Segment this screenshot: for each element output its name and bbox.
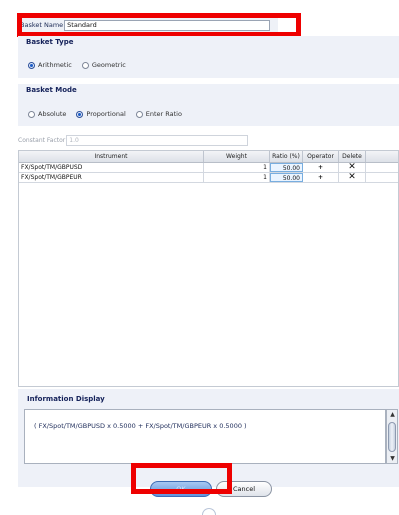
information-display-box — [24, 409, 386, 464]
ratio-cell[interactable]: 50.00 — [270, 163, 303, 172]
instrument-cell[interactable]: FX/Spot/TM/GBPUSD — [19, 163, 204, 172]
radio-proportional[interactable]: Proportional — [76, 110, 126, 118]
radio-geometric[interactable]: Geometric — [81, 61, 126, 69]
basket-mode-options: Absolute Proportional Enter Ratio — [28, 110, 192, 118]
delete-icon[interactable]: ✕ — [339, 163, 366, 172]
instrument-cell[interactable]: FX/Spot/TM/GBPEUR — [19, 173, 204, 182]
column-header-ratio[interactable]: Ratio (%) — [270, 151, 303, 162]
constant-factor-label: Constant Factor — [18, 137, 66, 144]
radio-indicator[interactable] — [28, 110, 35, 118]
radio-label: Enter Ratio — [145, 110, 182, 118]
scroll-up-icon[interactable]: ▲ — [389, 411, 396, 418]
radio-enter-ratio[interactable]: Enter Ratio — [135, 110, 182, 118]
column-header-instrument[interactable]: Instrument — [19, 151, 204, 162]
basket-mode-heading: Basket Mode — [26, 86, 77, 94]
scroll-down-icon[interactable]: ▼ — [389, 455, 396, 462]
resize-grip-icon — [202, 508, 216, 515]
radio-label: Absolute — [38, 110, 67, 118]
table-row[interactable]: FX/Spot/TM/GBPEUR 1 50.00 + ✕ — [19, 173, 398, 183]
table-row[interactable]: FX/Spot/TM/GBPUSD 1 50.00 + ✕ — [19, 163, 398, 173]
radio-indicator[interactable] — [28, 61, 35, 69]
radio-absolute[interactable]: Absolute — [28, 110, 66, 118]
delete-icon[interactable]: ✕ — [339, 173, 366, 182]
radio-label: Geometric — [91, 61, 126, 69]
ratio-cell[interactable]: 50.00 — [270, 173, 303, 182]
highlight-box-name — [17, 13, 301, 37]
radio-label: Arithmetic — [38, 61, 72, 69]
column-header-weight[interactable]: Weight — [204, 151, 270, 162]
instrument-table: Instrument Weight Ratio (%) Operator Del… — [18, 150, 399, 387]
basket-type-section — [18, 36, 399, 78]
operator-cell[interactable]: + — [303, 173, 339, 182]
information-display-text: ( FX/Spot/TM/GBPUSD x 0.5000 + FX/Spot/T… — [34, 422, 247, 430]
constant-factor-row: Constant Factor 1.0 — [18, 135, 249, 146]
radio-indicator[interactable] — [76, 110, 84, 118]
information-display-heading: Information Display — [27, 395, 105, 403]
basket-dialog: Basket Name Standard Basket Type Arithme… — [0, 0, 399, 515]
operator-cell[interactable]: + — [303, 163, 339, 172]
table-header: Instrument Weight Ratio (%) Operator Del… — [19, 151, 398, 163]
radio-label: Proportional — [86, 110, 126, 118]
basket-type-options: Arithmetic Geometric — [28, 61, 136, 69]
weight-cell[interactable]: 1 — [204, 163, 270, 172]
weight-cell[interactable]: 1 — [204, 173, 270, 182]
scroll-thumb[interactable] — [388, 422, 396, 452]
radio-indicator[interactable] — [135, 110, 143, 118]
constant-factor-input: 1.0 — [66, 135, 249, 146]
information-scrollbar[interactable]: ▲ ▼ — [386, 409, 398, 464]
column-header-operator[interactable]: Operator — [303, 151, 339, 162]
highlight-box-ok — [131, 463, 232, 494]
table-body: FX/Spot/TM/GBPUSD 1 50.00 + ✕ FX/Spot/TM… — [19, 163, 398, 183]
radio-arithmetic[interactable]: Arithmetic — [28, 61, 72, 69]
column-header-delete[interactable]: Delete — [339, 151, 366, 162]
radio-indicator[interactable] — [81, 61, 89, 69]
basket-type-heading: Basket Type — [26, 38, 74, 46]
